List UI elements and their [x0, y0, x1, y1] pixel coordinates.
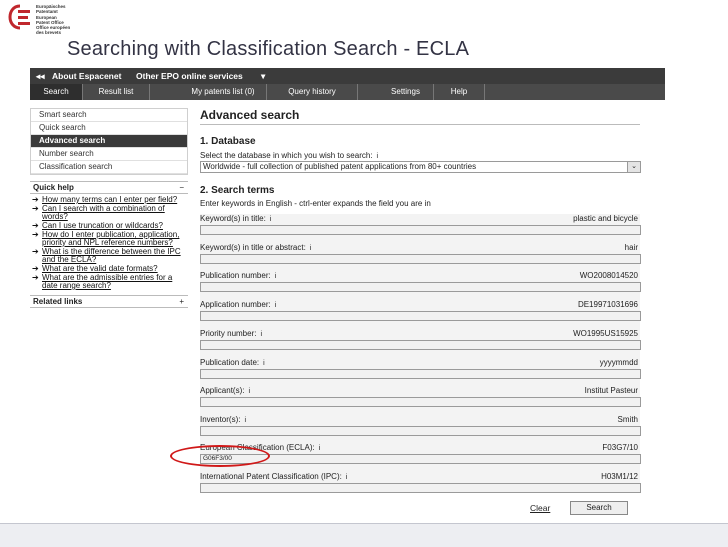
info-icon[interactable]: i: [244, 417, 246, 424]
publication-date-input[interactable]: [200, 369, 641, 379]
arrow-right-icon: ➔: [32, 229, 39, 239]
double-left-arrow-icon[interactable]: ◂◂: [36, 71, 45, 82]
quick-help-link[interactable]: ➔ How do I enter publication, application…: [30, 229, 188, 248]
quick-help-link[interactable]: ➔ What are the admissible entries for a d…: [30, 272, 188, 291]
info-icon[interactable]: i: [263, 360, 265, 367]
quick-help-list: ➔ How many terms can I enter per field? ➔…: [30, 194, 188, 290]
ipc-input[interactable]: [200, 483, 641, 493]
info-icon[interactable]: i: [319, 445, 321, 452]
arrow-right-icon: ➔: [32, 203, 39, 213]
search-button[interactable]: Search: [570, 501, 628, 515]
tab-search[interactable]: Search: [30, 84, 83, 100]
publication-number-input[interactable]: [200, 282, 641, 292]
epo-logo-icon: [8, 4, 30, 30]
field-priority-number: Priority number: i WO1995US15925: [200, 329, 641, 350]
arrow-right-icon: ➔: [32, 220, 39, 230]
sidebar: Smart search Quick search Advanced searc…: [30, 108, 188, 309]
quick-help-header[interactable]: Quick help −: [30, 181, 188, 194]
field-ipc: International Patent Classification (IPC…: [200, 472, 641, 493]
expand-icon[interactable]: +: [179, 296, 184, 307]
quick-help-title: Quick help: [33, 183, 74, 192]
search-fields-container: Keyword(s) in title: i plastic and bicycle…: [200, 68, 641, 518]
epo-logo: Europäisches Patentamt European Patent Off…: [8, 2, 108, 35]
field-publication-date: Publication date: i yyyymmdd: [200, 358, 641, 379]
info-icon[interactable]: i: [260, 331, 262, 338]
info-icon[interactable]: i: [275, 302, 277, 309]
field-applicants: Applicant(s): i Institut Pasteur: [200, 386, 641, 407]
search-type-nav: Smart search Quick search Advanced searc…: [30, 108, 188, 175]
collapse-icon[interactable]: −: [179, 182, 184, 193]
info-icon[interactable]: i: [275, 273, 277, 280]
sidebar-item-smart-search[interactable]: Smart search: [31, 109, 187, 122]
priority-number-input[interactable]: [200, 340, 641, 350]
sidebar-item-classification-search[interactable]: Classification search: [31, 161, 187, 174]
field-inventors: Inventor(s): i Smith: [200, 415, 641, 436]
sidebar-item-advanced-search[interactable]: Advanced search: [31, 135, 187, 148]
related-links-header[interactable]: Related links +: [30, 295, 188, 309]
field-title-keywords: Keyword(s) in title: i plastic and bicycle: [200, 214, 641, 235]
sidebar-item-quick-search[interactable]: Quick search: [31, 122, 187, 135]
clear-button[interactable]: Clear: [530, 503, 550, 513]
related-links-title: Related links: [33, 297, 83, 307]
sidebar-item-number-search[interactable]: Number search: [31, 148, 187, 161]
slide-title: Searching with Classification Search - E…: [67, 38, 470, 60]
info-icon[interactable]: i: [270, 216, 272, 223]
tab-result-list[interactable]: Result list: [83, 84, 150, 100]
highlight-annotation: [170, 445, 270, 467]
inventors-input[interactable]: [200, 426, 641, 436]
info-icon[interactable]: i: [346, 474, 348, 481]
quick-help-link[interactable]: ➔ What is the difference between the IPC …: [30, 246, 188, 265]
epo-logo-text: Europäisches Patentamt European Patent Off…: [36, 4, 71, 36]
info-icon[interactable]: i: [310, 245, 312, 252]
field-title-abstract-keywords: Keyword(s) in title or abstract: i hair: [200, 243, 641, 264]
arrow-right-icon: ➔: [32, 272, 39, 282]
arrow-right-icon: ➔: [32, 246, 39, 256]
field-application-number: Application number: i DE19971031696: [200, 300, 641, 321]
application-number-input[interactable]: [200, 311, 641, 321]
info-icon[interactable]: i: [248, 388, 250, 395]
title-abstract-input[interactable]: [200, 254, 641, 264]
slide-footer-bar: [0, 523, 728, 547]
quick-help-link[interactable]: ➔ Can I search with a combination of word…: [30, 203, 188, 222]
title-keywords-input[interactable]: [200, 225, 641, 235]
field-publication-number: Publication number: i WO2008014520: [200, 271, 641, 292]
about-espacenet-link[interactable]: About Espacenet: [52, 71, 121, 81]
applicants-input[interactable]: [200, 397, 641, 407]
espacenet-screenshot: ◂◂ About Espacenet Other EPO online serv…: [30, 68, 665, 518]
arrow-right-icon: ➔: [32, 263, 39, 273]
